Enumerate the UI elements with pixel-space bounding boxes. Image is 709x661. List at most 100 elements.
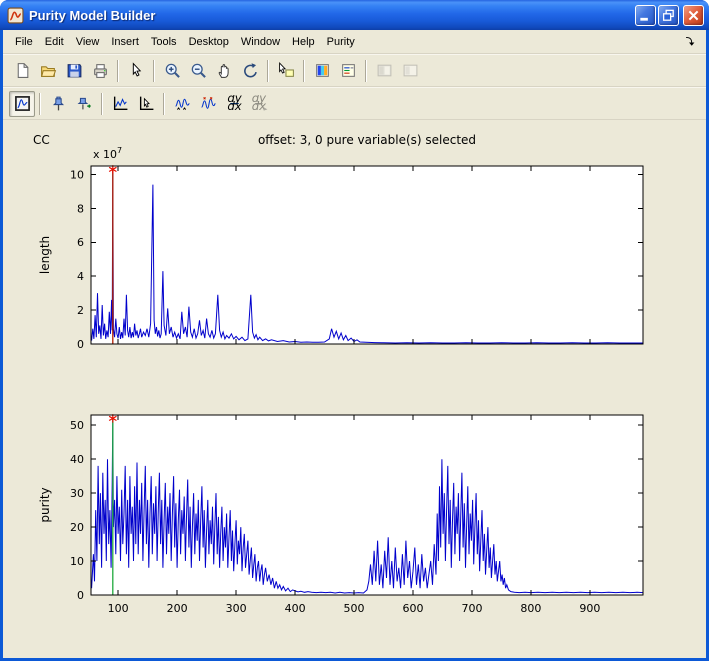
insert-legend-icon [340,62,357,79]
plot-title: offset: 3, 0 pure variable(s) selected [258,133,476,147]
toolbar-separator [153,60,155,82]
zoom-out-button[interactable] [185,58,211,84]
y-tick-label: 10 [70,168,84,181]
x-tick-label: 900 [579,602,600,615]
print-button[interactable] [87,58,113,84]
save-button[interactable] [61,58,87,84]
open-folder-button[interactable] [35,58,61,84]
menu-overflow-icon [684,35,697,48]
derivative-apply-button: dydx [247,91,273,117]
x-tick-label: 600 [403,602,424,615]
y-axis-label: length [38,236,52,274]
pin-variable-button[interactable] [45,91,71,117]
pin-apply-button[interactable] [71,91,97,117]
length-plot[interactable]: 0246810lengthx 107offset: 3, 0 pure vari… [3,120,706,406]
save-icon [66,62,83,79]
app-icon[interactable] [7,7,24,24]
menu-item-help[interactable]: Help [286,34,321,50]
restore-button[interactable] [658,5,679,26]
x-tick-label: 200 [167,602,188,615]
toolbar-separator [365,60,367,82]
wave-max-icon [200,95,217,112]
close-icon [686,8,701,23]
toolbar-separator [163,93,165,115]
data-cursor-icon [278,62,295,79]
toolbar-separator [303,60,305,82]
exponent-label: x 107 [93,146,122,161]
menu-overflow-arrow[interactable] [684,35,698,49]
wave-min-button[interactable] [169,91,195,117]
close-button[interactable] [683,5,704,26]
figure-canvas: 0 2 4 6 8 10 length x 107 offset: 3, 0 pure vari… [3,120,706,658]
pin-apply-icon [76,95,93,112]
edit-pointer-icon [128,62,145,79]
x-tick-label: 100 [108,602,129,615]
y-tick-label: 4 [77,270,84,283]
minimize-button[interactable] [635,5,656,26]
axes-zigzag-button[interactable] [107,91,133,117]
toolbar-separator [267,60,269,82]
menu-item-purity[interactable]: Purity [321,34,361,50]
wave-min-icon [174,95,191,112]
figure-toolbar [3,54,706,87]
toolbar-separator [101,93,103,115]
pan-hand-button[interactable] [211,58,237,84]
purity-function-button[interactable] [9,91,35,117]
y-tick-label: 2 [77,304,84,317]
corner-label: CC [33,133,50,147]
derivative-button[interactable]: dydx [221,91,247,117]
rotate-3d-button[interactable] [237,58,263,84]
axes-cursor-button[interactable] [133,91,159,117]
y-axis-label: purity [38,487,52,522]
new-document-button[interactable] [9,58,35,84]
y-tick-label: 40 [70,453,84,466]
toolbar-separator [117,60,119,82]
derivative-icon: dydx [226,95,243,112]
restore-icon [661,8,676,23]
purity-plot[interactable]: 10020030040050060070080090001020304050pu… [3,409,706,657]
axes-cursor-icon [138,95,155,112]
app-window: Purity Model Builder FileEditViewInsertT… [0,0,709,661]
x-tick-label: 500 [344,602,365,615]
derivative-apply-icon: dydx [252,95,269,112]
insert-colorbar-button[interactable] [309,58,335,84]
open-folder-icon [40,62,57,79]
menu-item-insert[interactable]: Insert [105,34,145,50]
menu-item-edit[interactable]: Edit [39,34,70,50]
toolbar-separator [39,93,41,115]
y-tick-label: 30 [70,487,84,500]
wave-max-button[interactable] [195,91,221,117]
insert-legend-button[interactable] [335,58,361,84]
data-cursor-button[interactable] [273,58,299,84]
axes-background [91,166,643,344]
new-document-icon [14,62,31,79]
y-tick-label: 50 [70,419,84,432]
menu-item-window[interactable]: Window [235,34,286,50]
menu-item-tools[interactable]: Tools [145,34,183,50]
axes-zigzag-icon [112,95,129,112]
print-icon [92,62,109,79]
y-tick-label: 20 [70,521,84,534]
purity-function-icon [14,95,31,112]
show-plot-tools-button [397,58,423,84]
x-tick-label: 300 [226,602,247,615]
titlebar[interactable]: Purity Model Builder [0,0,709,30]
hide-plot-tools-icon [376,62,393,79]
zoom-in-button[interactable] [159,58,185,84]
y-tick-label: 8 [77,202,84,215]
insert-colorbar-icon [314,62,331,79]
y-tick-label: 10 [70,555,84,568]
menu-item-file[interactable]: File [9,34,39,50]
y-tick-label: 6 [77,236,84,249]
edit-pointer-button[interactable] [123,58,149,84]
menu-item-desktop[interactable]: Desktop [183,34,235,50]
menu-item-view[interactable]: View [70,34,106,50]
x-tick-label: 700 [462,602,483,615]
rotate-3d-icon [242,62,259,79]
pan-hand-icon [216,62,233,79]
window-body: FileEditViewInsertToolsDesktopWindowHelp… [3,30,706,658]
minimize-icon [638,8,653,23]
y-tick-label: 0 [77,589,84,602]
hide-plot-tools-button [371,58,397,84]
pin-variable-icon [50,95,67,112]
